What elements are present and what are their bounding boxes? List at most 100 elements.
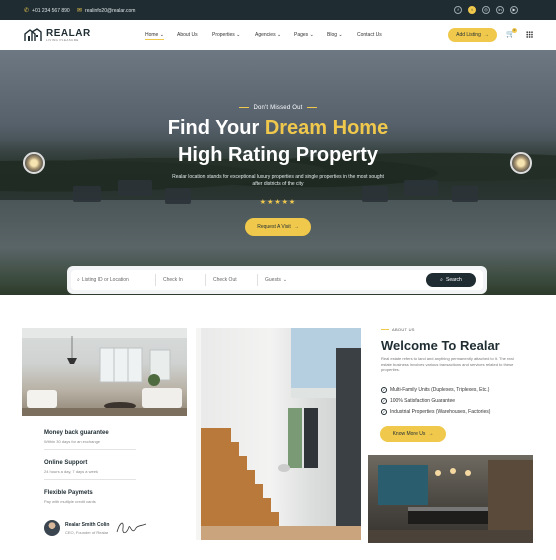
feature-item: Online Support 24 hours a day, 7 days a … bbox=[44, 460, 184, 480]
living-room-photo bbox=[22, 328, 187, 416]
eyebrow-line bbox=[306, 106, 317, 108]
field-divider bbox=[205, 274, 206, 286]
check-text: 100% Satisfaction Guarantee bbox=[390, 398, 456, 404]
search-icon: ⌕ bbox=[440, 277, 443, 283]
nav-item-label: Home bbox=[145, 32, 159, 38]
grid-menu-icon[interactable] bbox=[526, 31, 533, 38]
nav-item-about[interactable]: About Us bbox=[177, 32, 198, 38]
field-divider bbox=[257, 274, 258, 286]
nav-item-label: Blog bbox=[327, 32, 338, 38]
facebook-icon[interactable]: f bbox=[454, 6, 462, 14]
kitchen-illustration bbox=[368, 460, 533, 543]
search-bar: ⌕ Listing ID or Location Check In Check … bbox=[67, 266, 487, 294]
avatar bbox=[44, 520, 60, 536]
patio-sofa bbox=[118, 180, 152, 196]
logo-icon bbox=[24, 28, 42, 41]
about-tag-text: ABOUT US bbox=[392, 327, 415, 332]
listing-placeholder: Listing ID or Location bbox=[81, 277, 129, 283]
listing-field[interactable]: ⌕ Listing ID or Location bbox=[77, 277, 129, 283]
check-text: Multi-Family Units (Duplexes, Triplexes,… bbox=[390, 387, 490, 393]
hero-title-part: Find Your bbox=[167, 117, 265, 139]
request-visit-button[interactable]: Request A Visit → bbox=[245, 218, 311, 236]
add-listing-label: Add Listing bbox=[456, 32, 481, 38]
eyebrow-text: Don't Missed Out bbox=[253, 105, 303, 111]
hero-title-line1: Find Your Dream Home bbox=[0, 117, 556, 140]
linkedin-icon[interactable]: in bbox=[496, 6, 504, 14]
search-button[interactable]: ⌕ Search bbox=[426, 273, 476, 287]
guests-placeholder: Guests bbox=[265, 277, 281, 283]
hero-title-highlight: Dream Home bbox=[264, 117, 389, 139]
check-circle-icon: ✓ bbox=[381, 409, 387, 415]
feature-divider bbox=[44, 449, 136, 450]
staircase-photo bbox=[196, 328, 361, 540]
check-text: Industrial Properties (Warehouses, Facto… bbox=[390, 409, 491, 415]
logo[interactable]: REALAR LIVING PLEASURE bbox=[24, 28, 91, 42]
youtube-icon[interactable]: ▶ bbox=[510, 6, 518, 14]
know-more-button[interactable]: Know More Us → bbox=[380, 426, 446, 442]
know-more-label: Know More Us bbox=[392, 431, 426, 437]
signature-icon bbox=[117, 522, 147, 534]
search-button-label: Search bbox=[445, 277, 462, 283]
check-circle-icon: ✓ bbox=[381, 387, 387, 393]
about-check-item: ✓ Industrial Properties (Warehouses, Fac… bbox=[381, 409, 490, 415]
feature-title: Money back guarantee bbox=[44, 430, 109, 436]
check-out-field[interactable]: Check Out bbox=[213, 277, 237, 283]
twitter-icon[interactable]: t bbox=[468, 6, 476, 14]
hero-rating-stars: ★★★★★ bbox=[259, 199, 297, 206]
hero-title-line2: High Rating Property bbox=[177, 144, 378, 166]
author-name: Realar Smith Colin bbox=[65, 521, 110, 528]
guests-field[interactable]: Guests ⌄ bbox=[265, 277, 287, 283]
search-icon: ⌕ bbox=[77, 277, 80, 283]
nav-item-label: Pages bbox=[294, 32, 309, 38]
phone-contact[interactable]: ✆ +01 234 567 890 bbox=[24, 7, 70, 15]
about-tag-line bbox=[381, 329, 389, 330]
check-in-field[interactable]: Check In bbox=[163, 277, 183, 283]
hero-subtitle: Realar location stands for exceptional l… bbox=[172, 174, 384, 187]
logo-name: REALAR bbox=[46, 27, 91, 39]
nav-item-pages[interactable]: Pages ⌄ bbox=[294, 32, 314, 38]
feature-item: Flexible Paymets Pay with multiple credi… bbox=[44, 490, 184, 504]
social-links: f t ◎ in ▶ bbox=[454, 6, 518, 14]
about-tag: ABOUT US bbox=[381, 327, 415, 332]
about-check-item: ✓ Multi-Family Units (Duplexes, Triplexe… bbox=[381, 387, 489, 393]
feature-desc: Within 30 days for an exchange bbox=[44, 439, 101, 444]
author-role: CEO, Founder of Realar bbox=[65, 529, 109, 535]
search-bar-inner: ⌕ Listing ID or Location Check In Check … bbox=[71, 270, 483, 290]
chevron-down-icon: ⌄ bbox=[282, 277, 288, 283]
nav-item-label: Properties bbox=[212, 32, 235, 38]
staircase-illustration bbox=[196, 328, 361, 540]
about-paragraph: Real estate refers to land and anything … bbox=[381, 356, 514, 373]
phone-icon: ✆ bbox=[24, 8, 30, 14]
nav-item-agencies[interactable]: Agencies ⌄ bbox=[255, 32, 281, 38]
feature-item: Money back guarantee Within 30 days for … bbox=[44, 430, 184, 450]
living-room-illustration bbox=[22, 328, 187, 416]
phone-number: +01 234 567 890 bbox=[32, 7, 70, 14]
nav-item-blog[interactable]: Blog ⌄ bbox=[327, 32, 343, 38]
nav-item-properties[interactable]: Properties ⌄ bbox=[212, 32, 240, 38]
hero-section bbox=[0, 50, 556, 295]
email-address: realinfo20@realar.com bbox=[85, 7, 136, 14]
patio-sofa bbox=[404, 180, 438, 196]
check-circle-icon: ✓ bbox=[381, 398, 387, 404]
cart-badge: 0 bbox=[512, 28, 517, 33]
main-nav: REALAR LIVING PLEASURE Home ⌄ About Us P… bbox=[0, 20, 556, 50]
feature-title: Online Support bbox=[44, 460, 88, 466]
arrow-right-icon: → bbox=[428, 431, 434, 437]
feature-divider bbox=[44, 479, 136, 480]
arrow-right-icon: → bbox=[293, 224, 299, 230]
about-check-item: ✓ 100% Satisfaction Guarantee bbox=[381, 398, 455, 404]
arrow-right-icon: → bbox=[483, 32, 489, 38]
nav-item-contact[interactable]: Contact Us bbox=[357, 32, 382, 38]
email-contact[interactable]: ✉ realinfo20@realar.com bbox=[77, 7, 136, 15]
cart-icon[interactable]: 🛒 0 bbox=[506, 28, 517, 38]
feature-desc: Pay with multiple credit cards bbox=[44, 499, 96, 504]
check-in-placeholder: Check In bbox=[163, 277, 183, 283]
nav-item-home[interactable]: Home ⌄ bbox=[145, 32, 164, 40]
feature-title: Flexible Paymets bbox=[44, 490, 93, 496]
kitchen-photo bbox=[368, 455, 533, 543]
add-listing-button[interactable]: Add Listing → bbox=[448, 28, 497, 42]
nav-item-label: Agencies bbox=[255, 32, 276, 38]
instagram-icon[interactable]: ◎ bbox=[482, 6, 490, 14]
top-bar: ✆ +01 234 567 890 ✉ realinfo20@realar.co… bbox=[0, 0, 556, 20]
about-title: Welcome To Realar bbox=[381, 338, 500, 353]
